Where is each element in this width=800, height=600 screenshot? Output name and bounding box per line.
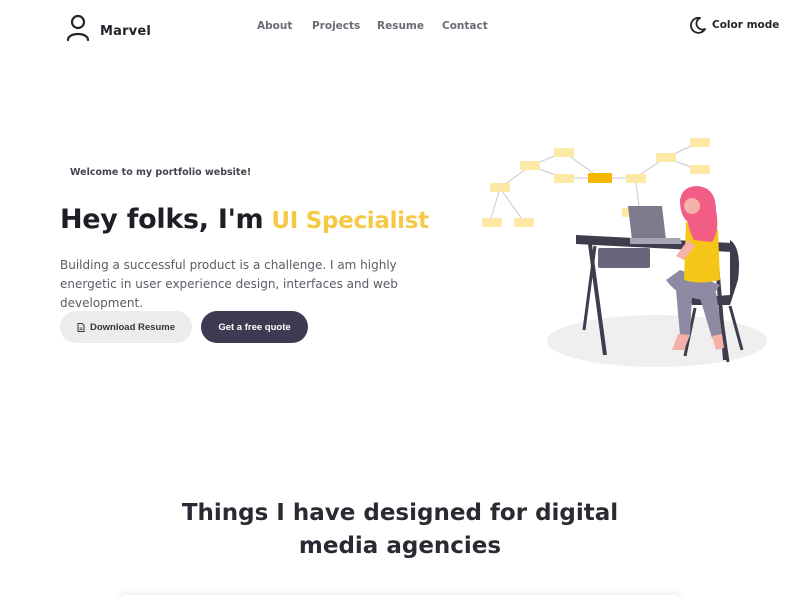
section-title-line2: media agencies [298,533,502,559]
header: Marvel About Projects Resume Contact Col… [0,0,800,56]
nav-link-resume[interactable]: Resume [377,20,424,32]
moon-icon [689,16,707,34]
hero-illustration [480,130,780,375]
hero-title-prefix: Hey folks, I'm [60,204,264,235]
download-resume-label: Download Resume [90,321,175,333]
welcome-text: Welcome to my portfolio website! [70,167,252,178]
hero-title: Hey folks, I'm UI Specialist [60,204,429,235]
card-edge [120,595,680,600]
nav-link-about[interactable]: About [257,20,292,32]
brand[interactable]: Marvel [66,14,151,42]
brand-name: Marvel [100,23,152,39]
hero-description: Building a successful product is a chall… [60,258,398,310]
download-resume-button[interactable]: Download Resume [60,311,192,343]
user-icon [66,14,90,42]
document-icon [77,322,85,332]
hero-title-accent: UI Specialist [271,208,429,234]
section-title-line1: Things I have designed for digital [181,500,619,526]
free-quote-button[interactable]: Get a free quote [201,311,308,343]
page: Marvel About Projects Resume Contact Col… [0,0,800,600]
nav-link-projects[interactable]: Projects [312,20,360,32]
color-mode-toggle[interactable]: Color mode [689,16,779,34]
hero-content: Welcome to my portfolio website! Hey fol… [60,160,460,343]
section-title: Things I have designed for digital media… [0,497,800,563]
nav-link-contact[interactable]: Contact [442,20,488,32]
color-mode-label: Color mode [712,19,780,31]
